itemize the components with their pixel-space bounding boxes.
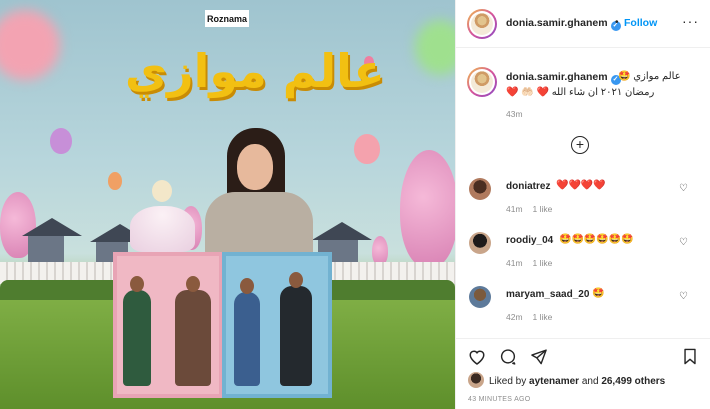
comment-age: 41m — [506, 258, 523, 268]
author-avatar[interactable] — [467, 9, 497, 39]
comment-avatar[interactable] — [469, 286, 491, 308]
post-header: donia.samir.ghanem ✓ • Follow ··· — [456, 0, 710, 48]
comment-like-heart-icon[interactable]: ♡ — [679, 183, 688, 194]
liker-username[interactable]: aytenamer — [529, 376, 579, 387]
caption-username[interactable]: donia.samir.ghanem ✓ — [506, 71, 621, 85]
person-uniform — [280, 272, 312, 386]
bookmark-icon[interactable] — [682, 348, 698, 368]
caption-timestamp: 43m — [506, 109, 523, 119]
post-panel: donia.samir.ghanem ✓ • Follow ··· donia.s… — [455, 0, 710, 409]
separator-dot: • — [615, 17, 619, 28]
author-username[interactable]: donia.samir.ghanem ✓ — [506, 17, 621, 31]
post-time-ago[interactable]: 43 MINUTES AGO — [468, 396, 531, 403]
comment-meta: 42m 1 like — [506, 312, 562, 322]
poster-title: عالم موازي — [125, 44, 387, 98]
person-green-coat — [123, 276, 151, 386]
comment-text: 🤩 — [592, 288, 605, 299]
follow-button[interactable]: Follow — [624, 17, 657, 29]
caption-text-line2: رمضان ٢٠٢١ ان شاء الله ❤️ 🤲🏻 ❤️ — [506, 87, 655, 98]
tree-right — [400, 150, 455, 268]
pink-balloon — [354, 134, 380, 164]
roznama-logo: Roznama — [205, 10, 249, 27]
load-more-comments-button[interactable]: + — [571, 136, 589, 154]
comment-like-heart-icon[interactable]: ♡ — [679, 237, 688, 248]
blue-box — [222, 252, 332, 398]
pink-cotton-cloud — [0, 10, 60, 80]
comment-meta: 41m 1 like — [506, 204, 562, 214]
person-blue-sweater — [234, 278, 260, 386]
caption-avatar[interactable] — [467, 67, 497, 97]
green-cotton-cloud — [415, 20, 455, 75]
comment-avatar[interactable] — [469, 232, 491, 254]
heart-outline-icon[interactable] — [468, 348, 486, 368]
comment-icon[interactable] — [499, 348, 517, 368]
comment-meta: 41m 1 like — [506, 258, 562, 268]
comment-like-heart-icon[interactable]: ♡ — [679, 291, 688, 302]
comment-likes[interactable]: 1 like — [533, 312, 553, 322]
comment-age: 42m — [506, 312, 523, 322]
person-plaid-shirt — [175, 276, 211, 386]
caption-text-line1: عالم موازي 🤩 — [618, 71, 681, 82]
main-character — [205, 128, 313, 252]
comment-likes[interactable]: 1 like — [533, 204, 553, 214]
hot-air-balloon — [108, 172, 122, 190]
action-bar — [456, 338, 710, 374]
likes-count[interactable]: 26,499 others — [601, 376, 665, 387]
share-icon[interactable] — [530, 348, 548, 368]
more-options-icon[interactable]: ··· — [682, 13, 699, 29]
post-image[interactable]: Roznama عالم موازي — [0, 0, 455, 409]
purple-balloon — [50, 128, 72, 154]
comment-text: 🤩🤩🤩🤩🤩🤩 — [559, 234, 634, 245]
comment-likes[interactable]: 1 like — [533, 258, 553, 268]
liker-avatar[interactable] — [468, 372, 484, 388]
comment-username[interactable]: roodiy_04 — [506, 235, 553, 246]
comment-text: ❤️❤️❤️❤️ — [556, 180, 606, 191]
likes-summary: Liked by aytenamer and 26,499 others — [489, 376, 666, 387]
house-left — [22, 218, 82, 264]
comment-username[interactable]: doniatrez — [506, 181, 550, 192]
comment-avatar[interactable] — [469, 178, 491, 200]
comment-username[interactable]: maryam_saad_20 — [506, 289, 589, 300]
pink-box — [113, 252, 223, 398]
comment-age: 41m — [506, 204, 523, 214]
